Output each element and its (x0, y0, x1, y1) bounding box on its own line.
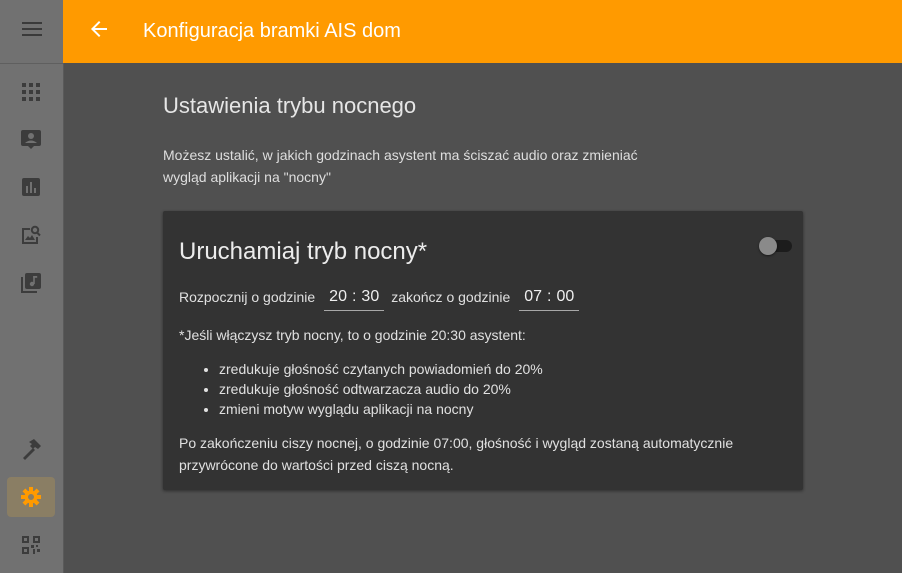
sidebar-item-qrcode[interactable] (7, 525, 55, 565)
apps-icon (22, 83, 40, 101)
page-header-title: Konfiguracja bramki AIS dom (143, 20, 401, 42)
start-minute: 30 (361, 287, 380, 305)
menu-button[interactable] (0, 0, 63, 64)
settings-icon (21, 487, 41, 507)
sidebar-item-developer[interactable] (7, 429, 55, 469)
back-button[interactable] (63, 0, 135, 63)
start-time-label: Rozpocznij o godzinie (179, 289, 316, 305)
card-title: Uruchamiaj tryb nocny* (179, 238, 428, 265)
night-mode-footer: Po zakończeniu ciszy nocnej, o godzinie … (179, 435, 734, 473)
chart-icon (22, 178, 40, 196)
image-search-icon (21, 225, 41, 245)
sidebar-item-apps[interactable] (7, 72, 55, 112)
time-row: Rozpocznij o godzinie 20 : 30 zakończ o … (179, 284, 586, 311)
sidebar-item-settings[interactable] (7, 477, 55, 517)
list-item: zmieni motyw wyglądu aplikacji na nocny (219, 399, 543, 419)
time-separator: : (351, 287, 357, 305)
start-hour: 20 (329, 287, 347, 305)
menu-icon (21, 22, 42, 41)
end-hour: 07 (524, 287, 543, 305)
list-item: zredukuje głośność czytanych powiadomień… (219, 359, 543, 379)
sidebar-item-stats[interactable] (7, 167, 55, 207)
app-header: Konfiguracja bramki AIS dom (63, 0, 902, 63)
sidebar-item-audio[interactable] (7, 263, 55, 303)
sidebar-item-account[interactable] (7, 119, 55, 159)
account-box-icon (21, 129, 41, 149)
toggle-thumb (759, 237, 777, 255)
library-music-icon (21, 273, 41, 293)
end-minute: 00 (556, 287, 575, 305)
list-item: zredukuje głośność odtwarzacza audio do … (219, 379, 543, 399)
time-separator: : (547, 287, 552, 305)
end-time-label: zakończ o godzinie (391, 289, 511, 305)
sidebar-item-gallery[interactable] (7, 215, 55, 255)
night-mode-toggle[interactable] (759, 236, 795, 256)
section-description: Możesz ustalić, w jakich godzinach asyst… (163, 147, 638, 185)
start-time-input[interactable]: 20 : 30 (324, 284, 385, 311)
sidebar (0, 0, 64, 573)
section-title: Ustawienia trybu nocnego (163, 93, 417, 118)
night-mode-card: Uruchamiaj tryb nocny* Rozpocznij o godz… (163, 211, 803, 490)
night-mode-note: *Jeśli włączysz tryb nocny, to o godzini… (179, 327, 526, 343)
effects-list: zredukuje głośność czytanych powiadomień… (179, 359, 543, 419)
end-time-input[interactable]: 07 : 00 (519, 284, 580, 311)
hammer-icon (20, 438, 42, 460)
qrcode-icon (22, 536, 40, 554)
arrow-left-icon (91, 21, 107, 42)
